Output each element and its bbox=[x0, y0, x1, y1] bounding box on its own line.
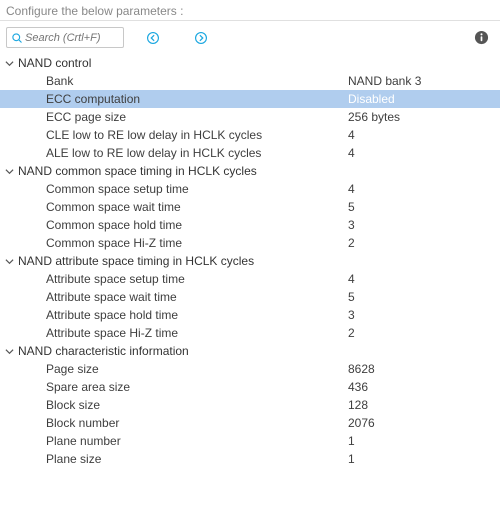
search-input[interactable] bbox=[25, 32, 115, 44]
parameter-name: ECC page size bbox=[46, 110, 348, 124]
prev-match-button[interactable] bbox=[144, 29, 162, 47]
parameter-value[interactable]: 4 bbox=[348, 128, 500, 142]
parameter-value[interactable]: Disabled bbox=[348, 92, 500, 106]
parameter-name: Attribute space wait time bbox=[46, 290, 348, 304]
parameter-row[interactable]: Block size128 bbox=[0, 396, 500, 414]
chevron-down-icon bbox=[4, 59, 14, 68]
panel-title: Configure the below parameters : bbox=[0, 0, 500, 21]
chevron-down-icon bbox=[4, 347, 14, 356]
parameter-row[interactable]: Attribute space setup time4 bbox=[0, 270, 500, 288]
parameter-name: Spare area size bbox=[46, 380, 348, 394]
parameter-row[interactable]: ECC page size256 bytes bbox=[0, 108, 500, 126]
parameter-value[interactable]: 4 bbox=[348, 146, 500, 160]
group-header[interactable]: NAND attribute space timing in HCLK cycl… bbox=[0, 252, 500, 270]
parameter-value[interactable]: 256 bytes bbox=[348, 110, 500, 124]
parameter-value[interactable]: 5 bbox=[348, 200, 500, 214]
parameter-row[interactable]: Attribute space hold time3 bbox=[0, 306, 500, 324]
parameter-name: Common space setup time bbox=[46, 182, 348, 196]
parameter-row[interactable]: BankNAND bank 3 bbox=[0, 72, 500, 90]
parameter-name: Plane number bbox=[46, 434, 348, 448]
parameter-value[interactable]: 1 bbox=[348, 434, 500, 448]
parameter-value[interactable]: 4 bbox=[348, 272, 500, 286]
parameter-name: Attribute space setup time bbox=[46, 272, 348, 286]
parameter-value[interactable]: 3 bbox=[348, 308, 500, 322]
parameter-name: Common space wait time bbox=[46, 200, 348, 214]
parameter-row[interactable]: Block number2076 bbox=[0, 414, 500, 432]
search-field-wrap[interactable] bbox=[6, 27, 124, 48]
parameter-name: Common space Hi-Z time bbox=[46, 236, 348, 250]
parameter-value[interactable]: 128 bbox=[348, 398, 500, 412]
parameter-value[interactable]: 2076 bbox=[348, 416, 500, 430]
info-icon[interactable] bbox=[472, 29, 490, 47]
parameter-name: CLE low to RE low delay in HCLK cycles bbox=[46, 128, 348, 142]
parameter-value[interactable]: 5 bbox=[348, 290, 500, 304]
group-label: NAND characteristic information bbox=[18, 344, 189, 358]
parameter-name: Block number bbox=[46, 416, 348, 430]
parameter-name: Block size bbox=[46, 398, 348, 412]
group-header[interactable]: NAND characteristic information bbox=[0, 342, 500, 360]
parameter-name: Common space hold time bbox=[46, 218, 348, 232]
parameter-value[interactable]: 8628 bbox=[348, 362, 500, 376]
parameter-row[interactable]: Attribute space wait time5 bbox=[0, 288, 500, 306]
parameter-name: Bank bbox=[46, 74, 348, 88]
parameter-value[interactable]: 4 bbox=[348, 182, 500, 196]
parameter-value[interactable]: 2 bbox=[348, 236, 500, 250]
toolbar bbox=[0, 21, 500, 52]
parameter-name: ALE low to RE low delay in HCLK cycles bbox=[46, 146, 348, 160]
parameter-value[interactable]: 1 bbox=[348, 452, 500, 466]
parameter-row[interactable]: Common space wait time5 bbox=[0, 198, 500, 216]
parameter-name: Attribute space hold time bbox=[46, 308, 348, 322]
next-match-button[interactable] bbox=[192, 29, 210, 47]
parameter-row[interactable]: Plane size1 bbox=[0, 450, 500, 468]
parameter-value[interactable]: 3 bbox=[348, 218, 500, 232]
chevron-down-icon bbox=[4, 167, 14, 176]
parameter-row[interactable]: Common space Hi-Z time2 bbox=[0, 234, 500, 252]
parameter-value[interactable]: 436 bbox=[348, 380, 500, 394]
group-label: NAND attribute space timing in HCLK cycl… bbox=[18, 254, 254, 268]
chevron-down-icon bbox=[4, 257, 14, 266]
parameter-value[interactable]: NAND bank 3 bbox=[348, 74, 500, 88]
search-icon bbox=[11, 32, 23, 44]
group-label: NAND common space timing in HCLK cycles bbox=[18, 164, 257, 178]
parameter-row[interactable]: ALE low to RE low delay in HCLK cycles4 bbox=[0, 144, 500, 162]
parameter-value[interactable]: 2 bbox=[348, 326, 500, 340]
parameter-name: ECC computation bbox=[46, 92, 348, 106]
parameter-row[interactable]: Common space setup time4 bbox=[0, 180, 500, 198]
parameter-row[interactable]: Plane number1 bbox=[0, 432, 500, 450]
group-header[interactable]: NAND common space timing in HCLK cycles bbox=[0, 162, 500, 180]
parameter-row[interactable]: Attribute space Hi-Z time2 bbox=[0, 324, 500, 342]
group-label: NAND control bbox=[18, 56, 91, 70]
parameter-row[interactable]: Common space hold time3 bbox=[0, 216, 500, 234]
parameter-name: Attribute space Hi-Z time bbox=[46, 326, 348, 340]
parameter-name: Plane size bbox=[46, 452, 348, 466]
parameter-row[interactable]: Page size8628 bbox=[0, 360, 500, 378]
parameter-row[interactable]: CLE low to RE low delay in HCLK cycles4 bbox=[0, 126, 500, 144]
group-header[interactable]: NAND control bbox=[0, 54, 500, 72]
parameter-name: Page size bbox=[46, 362, 348, 376]
parameter-tree: NAND controlBankNAND bank 3ECC computati… bbox=[0, 52, 500, 474]
parameter-row[interactable]: ECC computationDisabled bbox=[0, 90, 500, 108]
parameter-row[interactable]: Spare area size436 bbox=[0, 378, 500, 396]
